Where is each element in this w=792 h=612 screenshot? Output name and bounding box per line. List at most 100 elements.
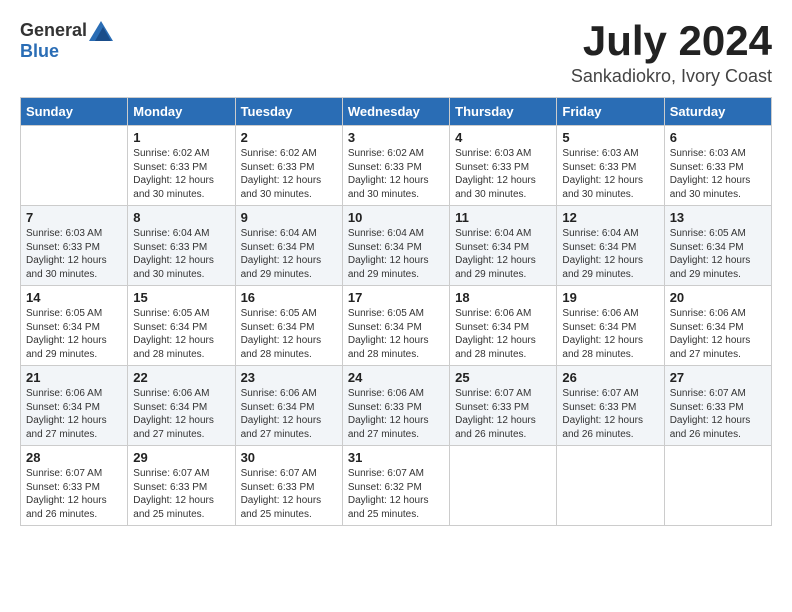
cell-info: Sunrise: 6:06 AMSunset: 6:34 PMDaylight:… xyxy=(670,307,766,361)
day-number: 1 xyxy=(133,130,229,145)
calendar-header-friday: Friday xyxy=(557,98,664,126)
cell-info: Sunrise: 6:05 AMSunset: 6:34 PMDaylight:… xyxy=(241,307,337,361)
calendar-week-row: 21 Sunrise: 6:06 AMSunset: 6:34 PMDayligh… xyxy=(21,366,772,446)
calendar-cell: 14Sunrise: 6:05 AMSunset: 6:34 PMDayligh… xyxy=(21,286,128,366)
calendar-cell: 9 Sunrise: 6:04 AMSunset: 6:34 PMDaylight… xyxy=(235,206,342,286)
day-number: 23 xyxy=(241,370,337,385)
cell-info: Sunrise: 6:05 AMSunset: 6:34 PMDaylight:… xyxy=(670,227,766,281)
cell-info: Sunrise: 6:06 AMSunset: 6:34 PMDaylight:… xyxy=(133,387,229,441)
calendar-cell: 26Sunrise: 6:07 AMSunset: 6:33 PMDayligh… xyxy=(557,366,664,446)
day-number: 20 xyxy=(670,290,766,305)
title-area: July 2024 Sankadiokro, Ivory Coast xyxy=(571,20,772,87)
calendar-header-tuesday: Tuesday xyxy=(235,98,342,126)
calendar-cell: 3 Sunrise: 6:02 AMSunset: 6:33 PMDaylight… xyxy=(342,126,449,206)
day-number: 8 xyxy=(133,210,229,225)
calendar-cell: 29 Sunrise: 6:07 AMSunset: 6:33 PMDayligh… xyxy=(128,446,235,526)
calendar-cell: 17Sunrise: 6:05 AMSunset: 6:34 PMDayligh… xyxy=(342,286,449,366)
header: General Blue July 2024 Sankadiokro, Ivor… xyxy=(20,20,772,87)
cell-info: Sunrise: 6:07 AMSunset: 6:33 PMDaylight:… xyxy=(241,467,337,521)
logo-icon xyxy=(89,21,113,41)
calendar-header-wednesday: Wednesday xyxy=(342,98,449,126)
calendar-cell: 6 Sunrise: 6:03 AMSunset: 6:33 PMDaylight… xyxy=(664,126,771,206)
calendar-week-row: 14Sunrise: 6:05 AMSunset: 6:34 PMDayligh… xyxy=(21,286,772,366)
logo-general-text: General xyxy=(20,20,87,41)
cell-info: Sunrise: 6:04 AMSunset: 6:34 PMDaylight:… xyxy=(455,227,551,281)
calendar-cell: 20 Sunrise: 6:06 AMSunset: 6:34 PMDayligh… xyxy=(664,286,771,366)
calendar-header-saturday: Saturday xyxy=(664,98,771,126)
day-number: 26 xyxy=(562,370,658,385)
day-number: 5 xyxy=(562,130,658,145)
calendar-cell: 31 Sunrise: 6:07 AMSunset: 6:32 PMDayligh… xyxy=(342,446,449,526)
calendar-cell: 23 Sunrise: 6:06 AMSunset: 6:34 PMDayligh… xyxy=(235,366,342,446)
day-number: 28 xyxy=(26,450,122,465)
calendar-cell: 4Sunrise: 6:03 AMSunset: 6:33 PMDaylight… xyxy=(450,126,557,206)
day-number: 18 xyxy=(455,290,551,305)
calendar-cell xyxy=(450,446,557,526)
cell-info: Sunrise: 6:05 AMSunset: 6:34 PMDaylight:… xyxy=(133,307,229,361)
calendar-cell: 18 Sunrise: 6:06 AMSunset: 6:34 PMDayligh… xyxy=(450,286,557,366)
day-number: 24 xyxy=(348,370,444,385)
calendar-cell: 2 Sunrise: 6:02 AMSunset: 6:33 PMDaylight… xyxy=(235,126,342,206)
cell-info: Sunrise: 6:06 AMSunset: 6:34 PMDaylight:… xyxy=(562,307,658,361)
day-number: 7 xyxy=(26,210,122,225)
calendar-cell: 1 Sunrise: 6:02 AMSunset: 6:33 PMDaylight… xyxy=(128,126,235,206)
cell-info: Sunrise: 6:05 AMSunset: 6:34 PMDaylight:… xyxy=(26,307,122,361)
calendar-week-row: 7Sunrise: 6:03 AMSunset: 6:33 PMDaylight… xyxy=(21,206,772,286)
cell-info: Sunrise: 6:06 AMSunset: 6:34 PMDaylight:… xyxy=(26,387,122,441)
calendar-cell: 8 Sunrise: 6:04 AMSunset: 6:33 PMDaylight… xyxy=(128,206,235,286)
cell-info: Sunrise: 6:06 AMSunset: 6:34 PMDaylight:… xyxy=(455,307,551,361)
calendar-cell: 21 Sunrise: 6:06 AMSunset: 6:34 PMDayligh… xyxy=(21,366,128,446)
day-number: 13 xyxy=(670,210,766,225)
calendar-cell: 10 Sunrise: 6:04 AMSunset: 6:34 PMDayligh… xyxy=(342,206,449,286)
day-number: 25 xyxy=(455,370,551,385)
cell-info: Sunrise: 6:04 AMSunset: 6:34 PMDaylight:… xyxy=(348,227,444,281)
day-number: 19 xyxy=(562,290,658,305)
cell-info: Sunrise: 6:04 AMSunset: 6:34 PMDaylight:… xyxy=(241,227,337,281)
logo: General Blue xyxy=(20,20,113,62)
day-number: 11 xyxy=(455,210,551,225)
day-number: 3 xyxy=(348,130,444,145)
cell-info: Sunrise: 6:02 AMSunset: 6:33 PMDaylight:… xyxy=(241,147,337,201)
day-number: 6 xyxy=(670,130,766,145)
cell-info: Sunrise: 6:07 AMSunset: 6:32 PMDaylight:… xyxy=(348,467,444,521)
day-number: 21 xyxy=(26,370,122,385)
calendar-cell: 25Sunrise: 6:07 AMSunset: 6:33 PMDayligh… xyxy=(450,366,557,446)
day-number: 29 xyxy=(133,450,229,465)
day-number: 4 xyxy=(455,130,551,145)
logo-blue-text: Blue xyxy=(20,41,59,62)
cell-info: Sunrise: 6:05 AMSunset: 6:34 PMDaylight:… xyxy=(348,307,444,361)
month-title: July 2024 xyxy=(571,20,772,62)
calendar-cell: 27Sunrise: 6:07 AMSunset: 6:33 PMDayligh… xyxy=(664,366,771,446)
calendar-week-row: 28 Sunrise: 6:07 AMSunset: 6:33 PMDayligh… xyxy=(21,446,772,526)
day-number: 10 xyxy=(348,210,444,225)
day-number: 12 xyxy=(562,210,658,225)
cell-info: Sunrise: 6:03 AMSunset: 6:33 PMDaylight:… xyxy=(670,147,766,201)
calendar-cell: 11 Sunrise: 6:04 AMSunset: 6:34 PMDayligh… xyxy=(450,206,557,286)
cell-info: Sunrise: 6:02 AMSunset: 6:33 PMDaylight:… xyxy=(348,147,444,201)
day-number: 2 xyxy=(241,130,337,145)
calendar-cell xyxy=(557,446,664,526)
calendar-cell: 16 Sunrise: 6:05 AMSunset: 6:34 PMDayligh… xyxy=(235,286,342,366)
cell-info: Sunrise: 6:04 AMSunset: 6:34 PMDaylight:… xyxy=(562,227,658,281)
calendar-cell: 19 Sunrise: 6:06 AMSunset: 6:34 PMDayligh… xyxy=(557,286,664,366)
cell-info: Sunrise: 6:02 AMSunset: 6:33 PMDaylight:… xyxy=(133,147,229,201)
calendar-cell: 7Sunrise: 6:03 AMSunset: 6:33 PMDaylight… xyxy=(21,206,128,286)
cell-info: Sunrise: 6:07 AMSunset: 6:33 PMDaylight:… xyxy=(133,467,229,521)
calendar-cell: 5Sunrise: 6:03 AMSunset: 6:33 PMDaylight… xyxy=(557,126,664,206)
calendar-week-row: 1 Sunrise: 6:02 AMSunset: 6:33 PMDaylight… xyxy=(21,126,772,206)
day-number: 9 xyxy=(241,210,337,225)
calendar-cell: 24Sunrise: 6:06 AMSunset: 6:33 PMDayligh… xyxy=(342,366,449,446)
calendar-cell: 28 Sunrise: 6:07 AMSunset: 6:33 PMDayligh… xyxy=(21,446,128,526)
cell-info: Sunrise: 6:06 AMSunset: 6:34 PMDaylight:… xyxy=(241,387,337,441)
calendar-cell: 30 Sunrise: 6:07 AMSunset: 6:33 PMDayligh… xyxy=(235,446,342,526)
calendar-cell xyxy=(21,126,128,206)
calendar-cell: 13 Sunrise: 6:05 AMSunset: 6:34 PMDayligh… xyxy=(664,206,771,286)
cell-info: Sunrise: 6:04 AMSunset: 6:33 PMDaylight:… xyxy=(133,227,229,281)
calendar-header-sunday: Sunday xyxy=(21,98,128,126)
cell-info: Sunrise: 6:07 AMSunset: 6:33 PMDaylight:… xyxy=(26,467,122,521)
day-number: 16 xyxy=(241,290,337,305)
day-number: 30 xyxy=(241,450,337,465)
calendar-header-monday: Monday xyxy=(128,98,235,126)
day-number: 31 xyxy=(348,450,444,465)
day-number: 22 xyxy=(133,370,229,385)
